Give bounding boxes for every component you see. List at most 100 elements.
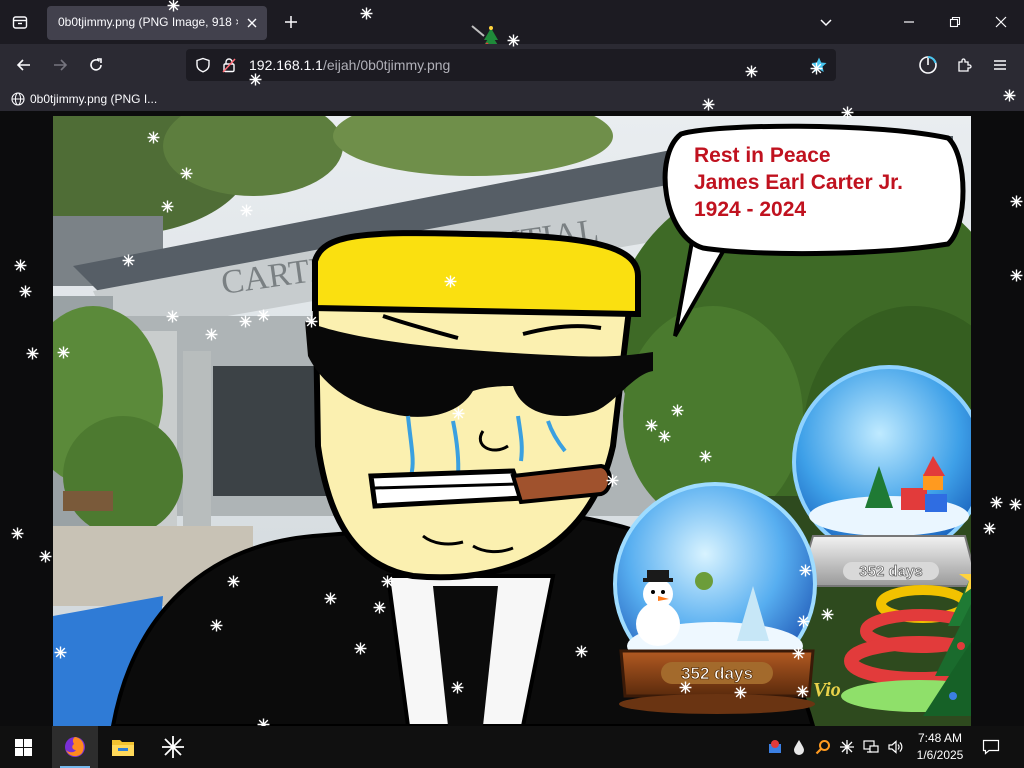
- url-path: /eijah/0b0tjimmy.png: [322, 57, 451, 73]
- tab-close-button[interactable]: [243, 14, 261, 32]
- start-button[interactable]: [0, 726, 46, 768]
- displayed-image[interactable]: CARTER PRESIDENTIAL: [53, 116, 971, 726]
- snowflake-decoration-icon: [19, 285, 32, 298]
- snowflake-decoration-icon: [26, 347, 39, 360]
- arrow-right-icon: [54, 59, 68, 71]
- snowflake-decoration-icon: [983, 522, 996, 535]
- snowflake-decoration-icon: [205, 328, 218, 341]
- bubble-line-2: James Earl Carter Jr.: [694, 171, 903, 194]
- snowflake-decoration-icon: [147, 131, 160, 144]
- tab-overflow-button[interactable]: [812, 8, 840, 36]
- taskbar: 7:48 AM 1/6/2025: [0, 726, 1024, 768]
- close-icon: [247, 18, 257, 28]
- snowflake-decoration-icon: [799, 564, 812, 577]
- globe-icon: [11, 92, 25, 106]
- tray-droplet[interactable]: [790, 737, 808, 757]
- tray-network[interactable]: [862, 737, 880, 757]
- snowflake-decoration-icon: [239, 315, 252, 328]
- snowflake-decoration-icon: [161, 200, 174, 213]
- taskbar-snowflake-app[interactable]: [150, 726, 196, 768]
- bookmark-item[interactable]: 0b0tjimmy.png (PNG I...: [11, 90, 157, 108]
- bookmark-label: 0b0tjimmy.png (PNG I...: [30, 92, 158, 106]
- navigation-toolbar: 192.168.1.1/eijah/0b0tjimmy.png: [0, 44, 1024, 86]
- restore-button[interactable]: [941, 8, 969, 36]
- bubble-line-3: 1924 - 2024: [694, 198, 806, 221]
- shield-icon: [196, 57, 210, 73]
- extensions-button[interactable]: [950, 51, 978, 79]
- insecure-lock-icon: [222, 58, 236, 73]
- taskbar-file-explorer[interactable]: [100, 726, 146, 768]
- snowflake-decoration-icon: [702, 98, 715, 111]
- bubble-line-1: Rest in Peace: [694, 144, 831, 167]
- app-menu-button[interactable]: [986, 51, 1014, 79]
- snowflake-decoration-icon: [792, 647, 805, 660]
- snowflake-decoration-icon: [679, 681, 692, 694]
- snowflake-decoration-icon: [305, 315, 318, 328]
- snowflake-decoration-icon: [797, 615, 810, 628]
- address-bar[interactable]: 192.168.1.1/eijah/0b0tjimmy.png: [186, 49, 836, 81]
- folder-icon: [112, 740, 134, 756]
- snowflake-decoration-icon: [452, 407, 465, 420]
- tab-title: 0b0tjimmy.png (PNG Image, 918 × 614 pixe…: [58, 15, 238, 29]
- image-artwork: CARTER PRESIDENTIAL: [53, 116, 971, 726]
- snowflake-decoration-icon: [11, 527, 24, 540]
- chevron-down-icon: [820, 19, 832, 27]
- taskbar-firefox[interactable]: [52, 726, 98, 768]
- clock-time: 7:48 AM: [917, 731, 963, 745]
- snowflake-decoration-icon: [1003, 89, 1016, 102]
- bookmarks-toolbar: 0b0tjimmy.png (PNG I...: [0, 86, 1024, 112]
- snowflake-decoration-icon: [240, 204, 253, 217]
- snowflake-decoration-icon: [227, 575, 240, 588]
- close-window-button[interactable]: [987, 8, 1015, 36]
- snowflake-decoration-icon: [699, 450, 712, 463]
- action-center-button[interactable]: [982, 737, 1000, 757]
- list-all-tabs-button[interactable]: [6, 8, 34, 36]
- snowflake-decoration-icon: [1010, 269, 1023, 282]
- tray-snowflake[interactable]: [838, 737, 856, 757]
- minimize-icon: [904, 21, 914, 23]
- firefox-icon: [65, 737, 85, 757]
- tray-search[interactable]: [814, 737, 832, 757]
- account-button[interactable]: [914, 51, 942, 79]
- forward-button[interactable]: [46, 51, 74, 79]
- snowflake-decoration-icon: [324, 592, 337, 605]
- snowflake-decoration-icon: [451, 681, 464, 694]
- account-ring-icon: [919, 56, 937, 74]
- tab-active[interactable]: 0b0tjimmy.png (PNG Image, 918 × 614 pixe…: [47, 6, 267, 40]
- taskbar-clock[interactable]: 7:48 AM 1/6/2025: [910, 730, 970, 764]
- site-info-button[interactable]: [220, 56, 238, 74]
- globe-label-large: 352 days: [859, 563, 922, 580]
- minimize-button[interactable]: [895, 8, 923, 36]
- search-icon: [815, 740, 830, 755]
- close-icon: [995, 16, 1007, 28]
- tray-volume[interactable]: [886, 737, 904, 757]
- plus-icon: [285, 16, 297, 28]
- snowflake-decoration-icon: [180, 167, 193, 180]
- tracking-protection-shield[interactable]: [194, 56, 212, 74]
- url-text[interactable]: 192.168.1.1/eijah/0b0tjimmy.png: [249, 57, 450, 73]
- tray-app-icon-graphic: [769, 740, 781, 753]
- snowflake-decoration-icon: [360, 7, 373, 20]
- snowflake-decoration-icon: [249, 73, 262, 86]
- clock-date: 1/6/2025: [916, 748, 964, 762]
- snowflake-decoration-icon: [1009, 498, 1022, 511]
- hamburger-menu-icon: [994, 60, 1006, 70]
- snowflake-decoration-icon: [381, 575, 394, 588]
- new-tab-button[interactable]: [278, 9, 304, 35]
- tab-list-icon: [12, 16, 28, 29]
- restore-icon: [949, 16, 961, 28]
- snowflake-decoration-icon: [645, 419, 658, 432]
- snowflake-decoration-icon: [210, 619, 223, 632]
- droplet-icon: [794, 740, 804, 755]
- reload-button[interactable]: [82, 51, 110, 79]
- snowflake-decoration-icon: [122, 254, 135, 267]
- snowflake-decoration-icon: [734, 686, 747, 699]
- tray-app-icon[interactable]: [766, 737, 784, 757]
- back-button[interactable]: [10, 51, 38, 79]
- puzzle-icon: [958, 58, 972, 72]
- snowflake-app-icon: [162, 736, 184, 758]
- snowflake-decoration-icon: [606, 474, 619, 487]
- snowflake-decoration-icon: [167, 0, 180, 12]
- snowflake-decoration-icon: [575, 645, 588, 658]
- snowflake-decoration-icon: [671, 404, 684, 417]
